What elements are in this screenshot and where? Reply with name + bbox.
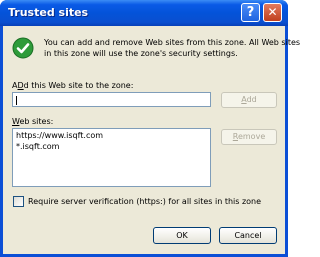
websites-label: Web sites: [12, 117, 54, 126]
require-verification-label[interactable]: Require server verification (https:) for… [28, 197, 261, 206]
add-site-input[interactable] [12, 92, 211, 107]
dialog-title: Trusted sites [8, 6, 89, 19]
checkmark-icon [12, 37, 34, 59]
close-button[interactable]: ✕ [263, 3, 282, 22]
zone-description: You can add and remove Web sites from th… [44, 37, 301, 59]
title-bar[interactable]: Trusted sites ? ✕ [0, 0, 288, 26]
help-button[interactable]: ? [241, 3, 260, 22]
zone-description-line-2: in this zone will use the zone's securit… [44, 49, 238, 58]
add-button[interactable]: Add [221, 92, 277, 108]
add-site-label: ADd this Web site to the zone: [12, 81, 134, 90]
text-caret [16, 96, 17, 105]
trusted-sites-dialog: Trusted sites ? ✕ You can add and remove… [0, 0, 301, 257]
zone-description-line-1: You can add and remove Web sites from th… [44, 38, 301, 47]
ok-button[interactable]: OK [153, 227, 211, 244]
website-item[interactable]: https://www.isqft.com [16, 131, 103, 140]
require-verification-checkbox[interactable] [13, 196, 24, 207]
website-item[interactable]: *.isqft.com [16, 142, 59, 151]
cancel-button[interactable]: Cancel [219, 227, 277, 244]
remove-button[interactable]: Remove [221, 129, 277, 145]
dialog-body: You can add and remove Web sites from th… [3, 26, 301, 254]
websites-list[interactable]: https://www.isqft.com *.isqft.com [12, 128, 211, 187]
